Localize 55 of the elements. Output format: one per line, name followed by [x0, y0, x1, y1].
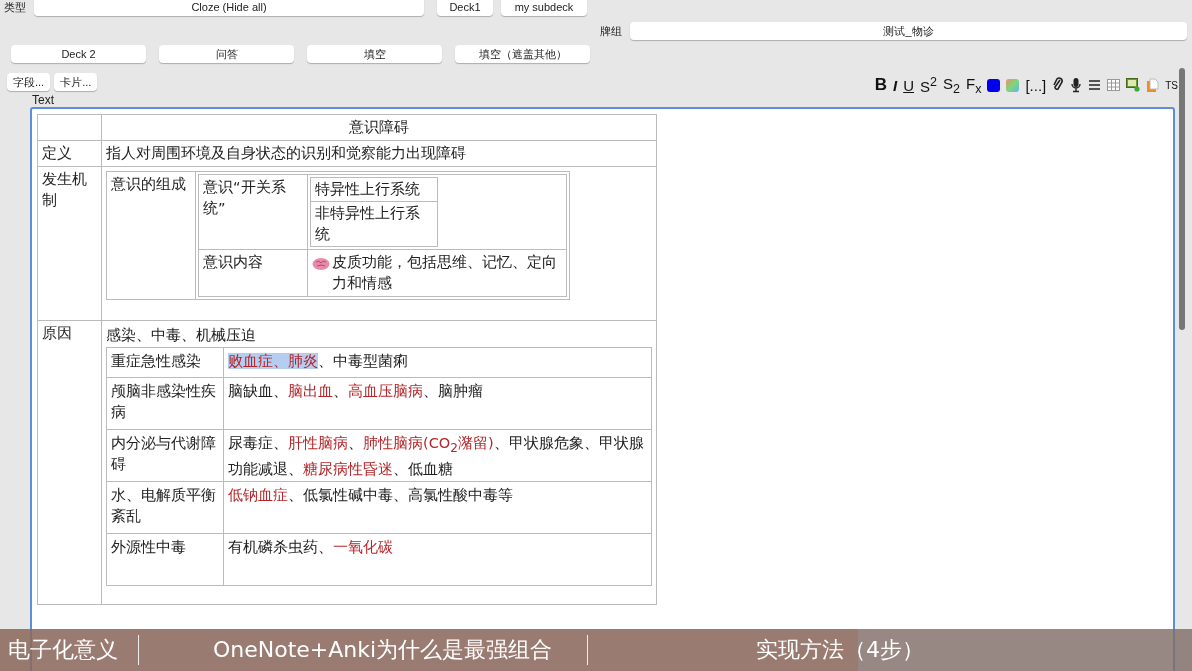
table-cell: 指人对周围环境及自身状态的识别和觉察能力出现障碍 — [101, 140, 657, 167]
table-cell: 重症急性感染 — [106, 347, 224, 378]
image-icon[interactable] — [1126, 78, 1141, 92]
table-icon[interactable] — [1107, 79, 1121, 91]
table-cell: 非特异性上行系统 — [310, 201, 438, 247]
note-type-button[interactable]: Cloze (Hide all) — [34, 0, 424, 16]
table-cell: 定义 — [37, 140, 102, 167]
table-cell: 颅脑非感染性疾病 — [106, 377, 224, 430]
deck-label: 牌组 — [599, 23, 623, 39]
table-cell: 意识“开关系统” — [198, 174, 308, 250]
chapter-title[interactable]: OneNote+Anki为什么是最强组合 — [213, 636, 583, 664]
text-color-icon[interactable] — [987, 78, 1001, 92]
table-cell: 发生机制 — [37, 166, 102, 321]
chapter-title[interactable]: 电子化意义 — [8, 636, 138, 664]
shortcut-button[interactable]: Deck 2 — [11, 45, 146, 63]
format-button[interactable]: S$_{2}$ — [943, 74, 960, 96]
shortcut-button[interactable]: 问答 — [159, 45, 294, 63]
format-button[interactable]: [...] — [1025, 76, 1047, 94]
field-button[interactable]: 字段... — [7, 73, 51, 91]
scrollbar[interactable] — [1179, 68, 1185, 330]
table-cell: 脑缺血、脑出血、高血压脑病、脑肿瘤 — [223, 377, 652, 430]
deck-selector[interactable]: 测试_物诊 — [630, 22, 1187, 40]
paperclip-icon[interactable] — [1052, 77, 1065, 93]
italic-button[interactable]: I — [893, 76, 898, 94]
table-cell: 内分泌与代谢障碍 — [106, 429, 224, 482]
shortcut-button[interactable]: 填空 — [307, 45, 442, 63]
deck-button[interactable]: my subdeck — [501, 0, 587, 16]
field-button[interactable]: 卡片... — [54, 73, 98, 91]
table-cell-text: 感染、中毒、机械压迫 — [106, 326, 257, 345]
field-label: Text — [32, 93, 55, 107]
deck-button[interactable]: Deck1 — [437, 0, 493, 16]
highlight-color-icon[interactable] — [1006, 78, 1020, 92]
table-cell: 原因 — [37, 320, 102, 605]
list-icon[interactable] — [1088, 79, 1102, 91]
shortcut-button[interactable]: 填空（遮盖其他） — [455, 45, 590, 63]
table-cell: 特异性上行系统 — [310, 177, 438, 202]
table-cell: 外源性中毒 — [106, 533, 224, 586]
format-button[interactable]: F$_{x}$ — [965, 74, 982, 96]
table-cell: 尿毒症、肝性脑病、肺性脑病(CO$_{2}$潴留)、甲状腺危象、甲状腺功能减退、糖尿病性昏迷、低血糖 — [223, 429, 652, 482]
table-cell: 水、电解质平衡紊乱 — [106, 481, 224, 534]
underline-button[interactable]: U — [903, 76, 914, 94]
table-cell: 败血症、肺炎、中毒型菌痢 — [223, 347, 652, 378]
microphone-icon[interactable] — [1070, 77, 1083, 93]
format-button[interactable]: S$^{2}$ — [920, 75, 937, 95]
table-cell: 低钠血症、低氯性碱中毒、高氯性酸中毒等 — [223, 481, 652, 534]
brain-icon — [312, 257, 330, 271]
table-cell: 有机磷杀虫药、一氧化碳 — [223, 533, 652, 586]
format-button[interactable]: TS — [1165, 79, 1178, 91]
note-type-label: 类型 — [3, 0, 27, 15]
table-cell-text: 皮质功能，包括思维、记忆、定向力和情感 — [332, 253, 558, 293]
chapter-title[interactable]: 实现方法（4步） — [756, 636, 924, 664]
table-cell: 意识内容 — [198, 249, 308, 297]
table-title: 意识障碍 — [101, 114, 657, 141]
table-cell: 意识的组成 — [106, 171, 196, 300]
bold-button[interactable]: B — [874, 75, 887, 95]
